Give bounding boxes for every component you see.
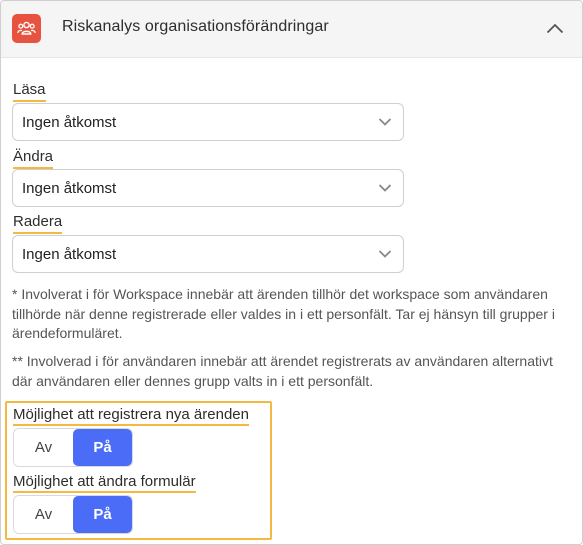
field-label-delete: Radera [13, 213, 63, 234]
permissions-panel: Riskanalys organisationsförändringar Läs… [0, 0, 583, 545]
user-note: ** Involverad i för användaren innebär a… [12, 353, 553, 389]
edit-form-off-option[interactable]: Av [14, 496, 73, 533]
edit-form-toggle[interactable]: Av På [13, 495, 133, 534]
edit-form-label: Möjlighet att ändra formulär [13, 473, 196, 493]
read-access-select[interactable]: Ingen åtkomst [12, 103, 404, 141]
register-cases-off-option[interactable]: Av [14, 429, 73, 466]
group-icon [12, 14, 41, 43]
edit-access-select[interactable]: Ingen åtkomst [12, 169, 404, 207]
register-cases-on-option[interactable]: På [73, 429, 132, 466]
field-label-read: Läsa [13, 81, 46, 102]
panel-title: Riskanalys organisationsförändringar [62, 18, 329, 35]
register-cases-label: Möjlighet att registrera nya ärenden [13, 406, 249, 426]
edit-access-value: Ingen åtkomst [22, 180, 117, 197]
panel-header[interactable]: Riskanalys organisationsförändringar [1, 1, 582, 58]
chevron-down-icon [378, 250, 392, 258]
field-label-edit: Ändra [13, 148, 54, 169]
workspace-note: * Involverat i för Workspace innebär att… [12, 286, 555, 341]
delete-access-value: Ingen åtkomst [22, 246, 117, 263]
chevron-down-icon [378, 184, 392, 192]
delete-access-select[interactable]: Ingen åtkomst [12, 235, 404, 273]
register-cases-toggle[interactable]: Av På [13, 428, 133, 467]
edit-form-on-option[interactable]: På [73, 496, 132, 533]
read-access-value: Ingen åtkomst [22, 114, 117, 131]
chevron-down-icon [378, 118, 392, 126]
chevron-up-icon[interactable] [542, 15, 568, 41]
